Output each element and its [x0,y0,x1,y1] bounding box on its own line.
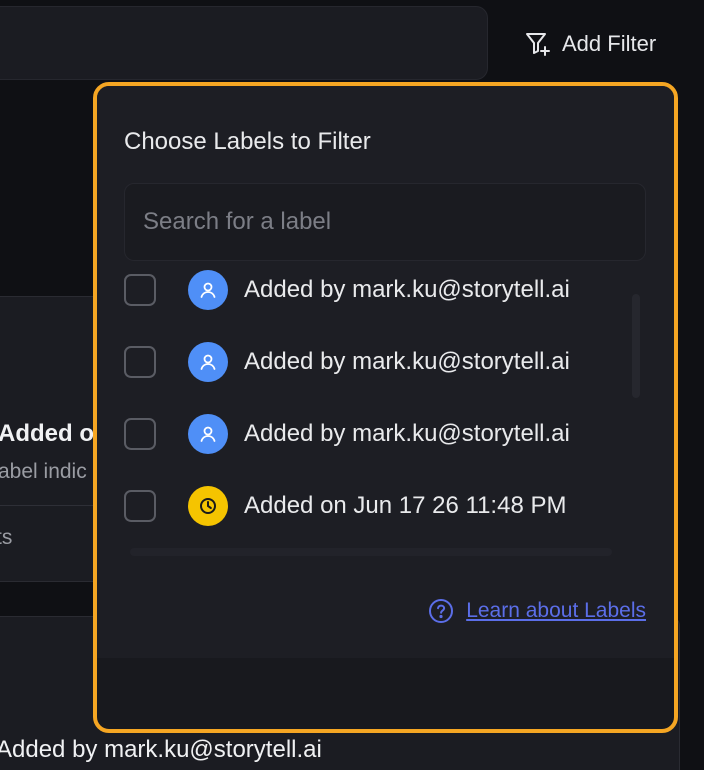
label-filter-popover: Choose Labels to Filter Added by mark.ku… [93,82,678,733]
label-option-text: Added by mark.ku@storytell.ai [244,420,570,447]
add-filter-label: Add Filter [562,31,657,56]
label-option[interactable]: Added by mark.ku@storytell.ai [124,414,634,454]
help-circle-icon [429,599,454,623]
background-card-title: Added o [0,420,94,447]
horizontal-scrollbar[interactable] [130,548,612,556]
label-search-input[interactable] [143,208,645,236]
label-checkbox[interactable] [124,346,156,378]
learn-link-label: Learn about Labels [466,599,646,622]
popover-title: Choose Labels to Filter [124,128,371,155]
filter-plus-icon [526,33,550,56]
label-checkbox[interactable] [124,274,156,306]
learn-about-labels-link[interactable]: Learn about Labels [428,598,646,624]
label-option[interactable]: Added on Jun 17 26 11:48 PM [124,486,634,526]
user-icon [188,414,228,454]
label-option[interactable]: Added by mark.ku@storytell.ai [124,270,634,310]
app-screen: Add Filter Added o abel indic ts Added b… [0,0,704,770]
vertical-scrollbar[interactable] [632,294,640,398]
top-search-bar[interactable] [0,6,488,80]
background-item-label: Added by mark.ku@storytell.ai [0,736,322,763]
label-option-text: Added on Jun 17 26 11:48 PM [244,492,567,519]
label-search-field[interactable] [124,183,646,261]
label-option-text: Added by mark.ku@storytell.ai [244,348,570,375]
label-checkbox[interactable] [124,418,156,450]
user-icon [188,342,228,382]
add-filter-button[interactable]: Add Filter [524,28,656,60]
background-card-subtitle: abel indic [0,460,87,483]
clock-icon [188,486,228,526]
user-icon [188,270,228,310]
background-card-meta: ts [0,526,13,549]
label-option-text: Added by mark.ku@storytell.ai [244,276,570,303]
label-option[interactable]: Added by mark.ku@storytell.ai [124,342,634,382]
label-checkbox[interactable] [124,490,156,522]
